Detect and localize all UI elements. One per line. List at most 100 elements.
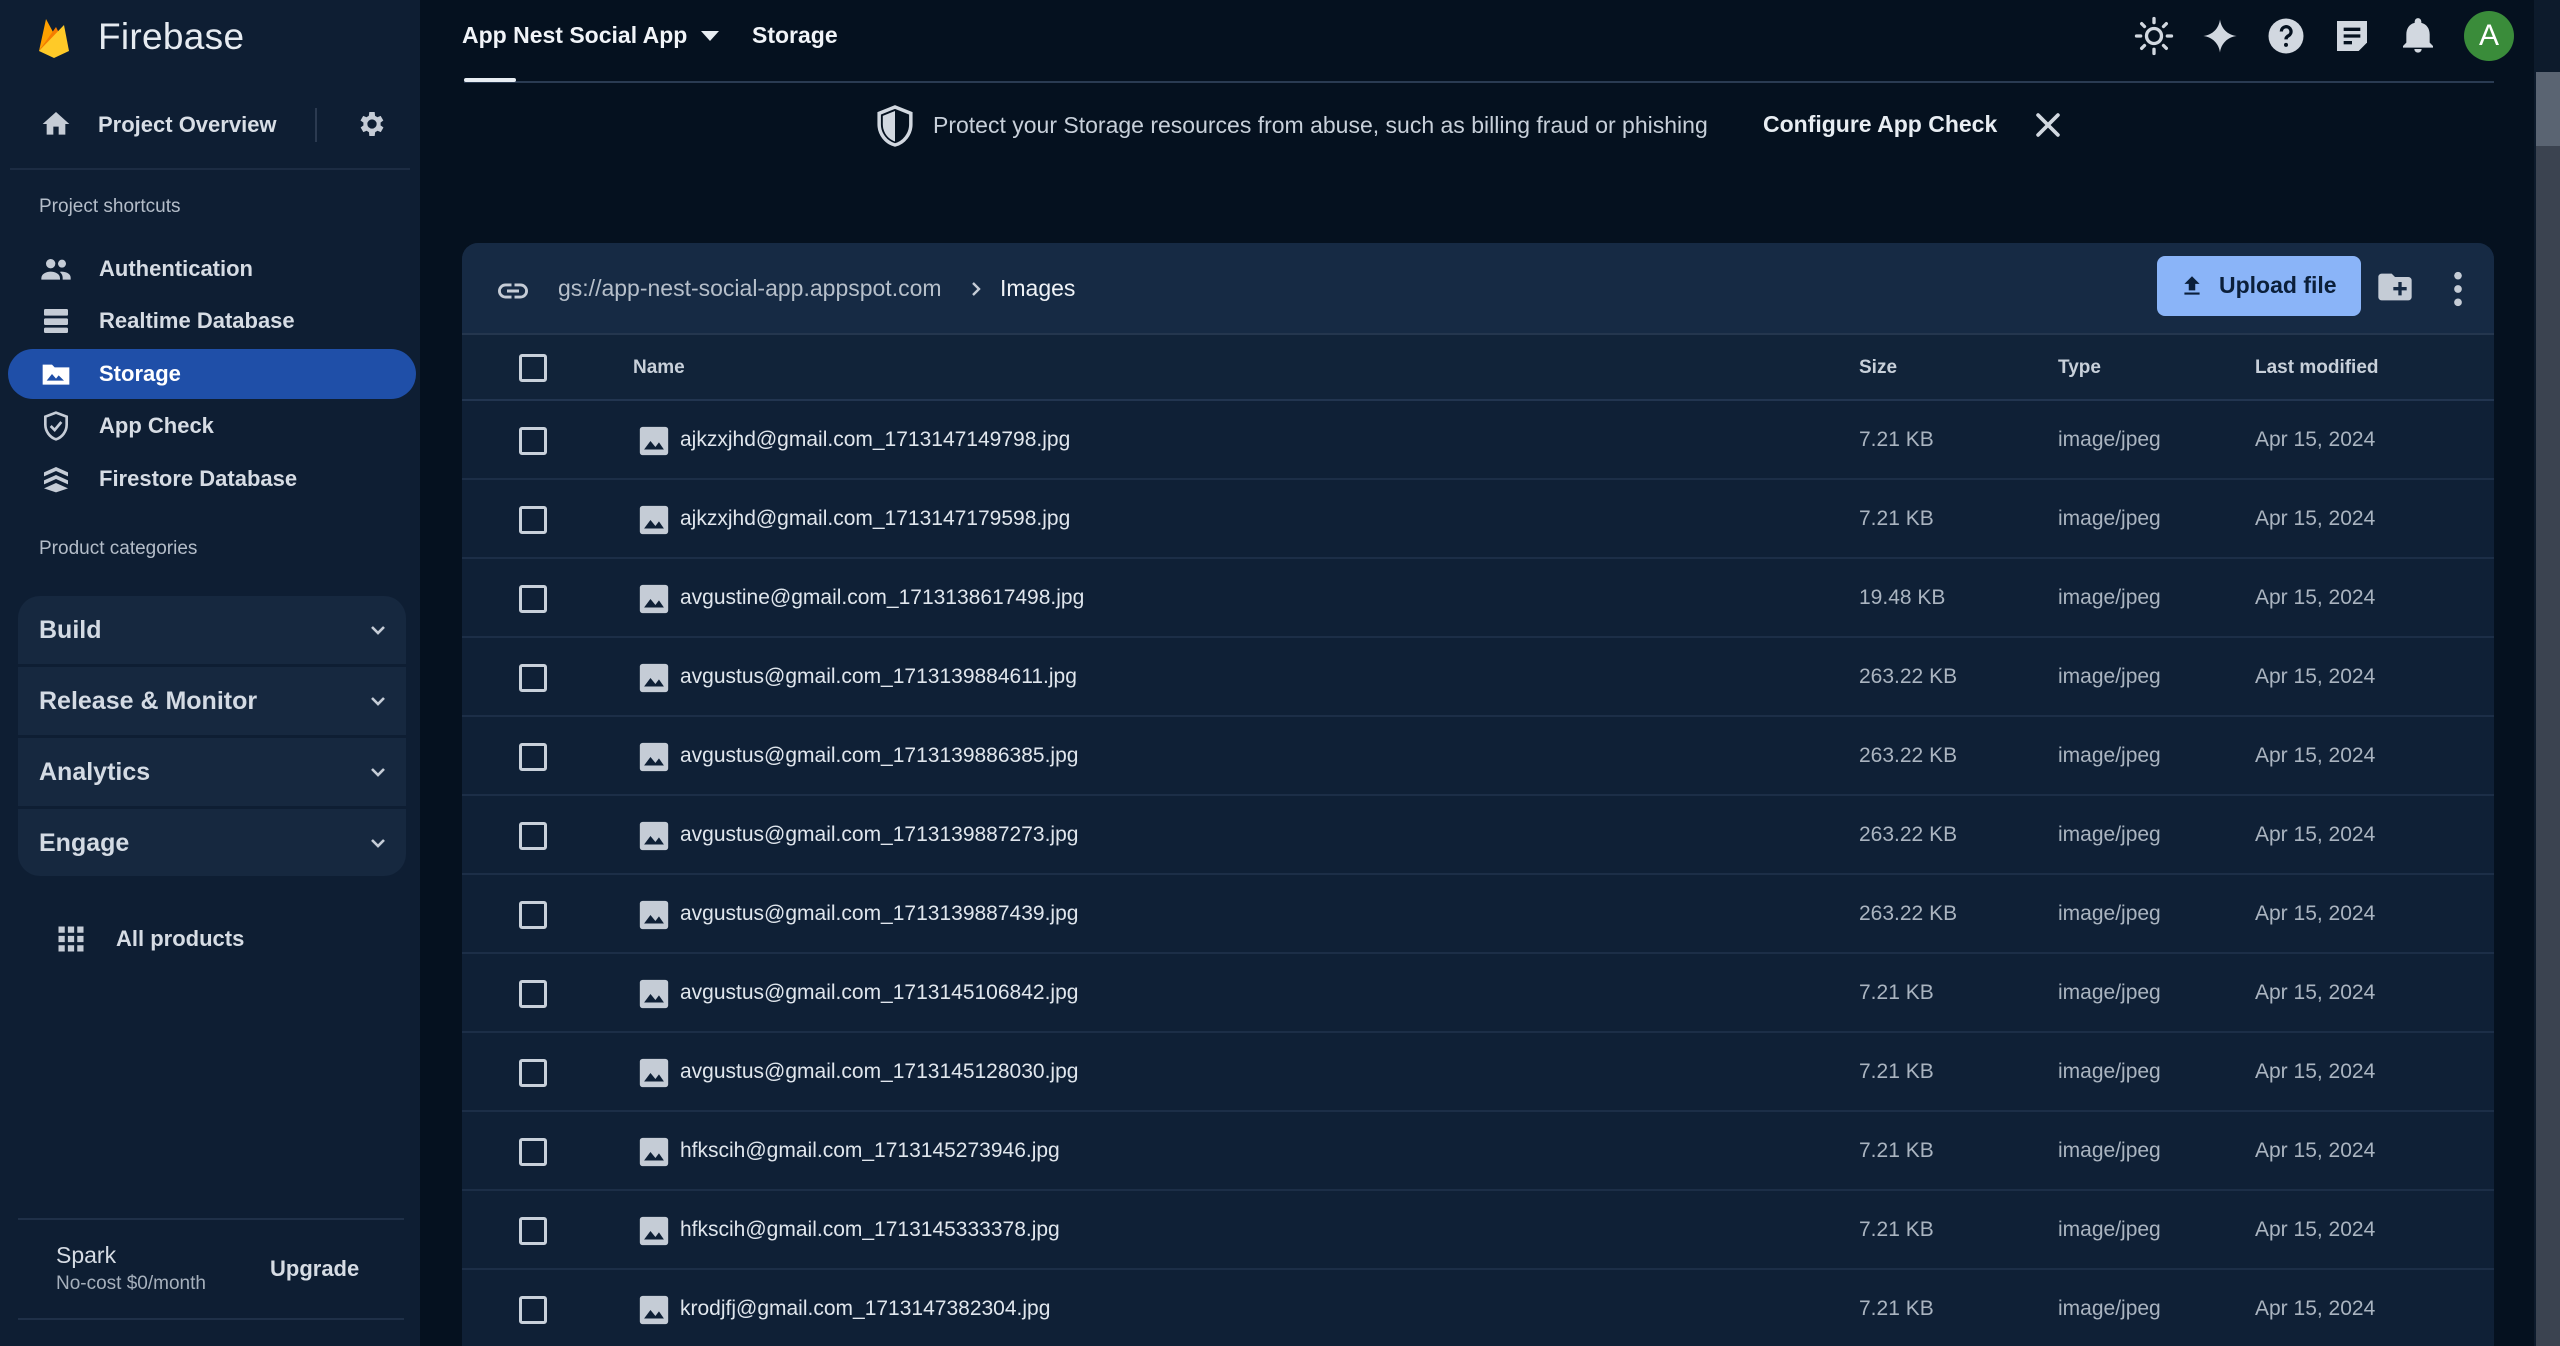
image-file-icon — [639, 1137, 669, 1167]
gear-icon[interactable] — [356, 108, 388, 140]
row-checkbox[interactable] — [519, 585, 547, 613]
gemini-sparkle-icon[interactable] — [2200, 16, 2240, 56]
table-row[interactable]: hfkscih@gmail.com_1713145273946.jpg 7.21 … — [462, 1112, 2494, 1191]
scrollbar-track-lower[interactable] — [2536, 146, 2560, 1346]
table-row[interactable]: avgustus@gmail.com_1713145106842.jpg 7.21… — [462, 954, 2494, 1033]
row-checkbox[interactable] — [519, 664, 547, 692]
divider — [18, 1318, 404, 1320]
avatar[interactable]: A — [2464, 11, 2514, 61]
column-header-size[interactable]: Size — [1859, 357, 1897, 379]
file-name[interactable]: avgustus@gmail.com_1713139887273.jpg — [680, 823, 1078, 847]
configure-app-check-button[interactable]: Configure App Check — [1763, 111, 1997, 138]
firebase-brand[interactable]: Firebase — [36, 10, 244, 64]
table-row[interactable]: avgustus@gmail.com_1713139886385.jpg 263.… — [462, 717, 2494, 796]
column-header-name[interactable]: Name — [633, 357, 685, 379]
chevron-down-icon — [371, 839, 385, 848]
row-checkbox[interactable] — [519, 427, 547, 455]
file-name[interactable]: avgustine@gmail.com_1713138617498.jpg — [680, 586, 1084, 610]
file-last-modified: Apr 15, 2024 — [2255, 1218, 2376, 1241]
file-name[interactable]: ajkzxjhd@gmail.com_1713147179598.jpg — [680, 507, 1070, 531]
category-label: Build — [39, 615, 102, 644]
sidebar-item-storage[interactable]: Storage — [8, 349, 416, 399]
file-name[interactable]: hfkscih@gmail.com_1713145273946.jpg — [680, 1139, 1060, 1163]
more-vert-icon[interactable] — [2452, 269, 2464, 309]
release-notes-icon[interactable] — [2332, 16, 2372, 56]
category-release-monitor[interactable]: Release & Monitor — [18, 667, 406, 735]
breadcrumb-bucket[interactable]: gs://app-nest-social-app.appspot.com — [558, 275, 942, 302]
table-row[interactable]: ajkzxjhd@gmail.com_1713147179598.jpg 7.21… — [462, 480, 2494, 559]
theme-sun-icon[interactable] — [2134, 16, 2174, 56]
project-selector[interactable]: App Nest Social App — [462, 22, 720, 49]
table-row[interactable]: avgustine@gmail.com_1713138617498.jpg 19.… — [462, 559, 2494, 638]
file-last-modified: Apr 15, 2024 — [2255, 507, 2376, 530]
upgrade-button[interactable]: Upgrade — [270, 1256, 359, 1282]
file-last-modified: Apr 15, 2024 — [2255, 1060, 2376, 1083]
project-overview[interactable]: Project Overview — [0, 94, 400, 156]
table-row[interactable]: avgustus@gmail.com_1713139887273.jpg 263.… — [462, 796, 2494, 875]
row-checkbox[interactable] — [519, 901, 547, 929]
file-name[interactable]: krodjfj@gmail.com_1713147382304.jpg — [680, 1297, 1050, 1321]
table-row[interactable]: krodjfj@gmail.com_1713147382304.jpg 7.21 … — [462, 1270, 2494, 1346]
file-name[interactable]: avgustus@gmail.com_1713139884611.jpg — [680, 665, 1077, 689]
chevron-down-icon — [371, 626, 385, 635]
file-last-modified: Apr 15, 2024 — [2255, 586, 2376, 609]
image-file-icon — [639, 584, 669, 614]
file-type: image/jpeg — [2058, 1060, 2161, 1083]
table-row[interactable]: ajkzxjhd@gmail.com_1713147149798.jpg 7.21… — [462, 401, 2494, 480]
file-name[interactable]: avgustus@gmail.com_1713139886385.jpg — [680, 744, 1078, 768]
chevron-down-icon — [371, 768, 385, 777]
table-row[interactable]: avgustus@gmail.com_1713145128030.jpg 7.21… — [462, 1033, 2494, 1112]
file-size: 263.22 KB — [1859, 665, 1958, 688]
app-root: Firebase Project Overview Project shortc… — [0, 0, 2560, 1346]
file-name[interactable]: avgustus@gmail.com_1713145128030.jpg — [680, 1060, 1078, 1084]
table-row[interactable]: hfkscih@gmail.com_1713145333378.jpg 7.21 … — [462, 1191, 2494, 1270]
file-name[interactable]: hfkscih@gmail.com_1713145333378.jpg — [680, 1218, 1060, 1242]
category-engage[interactable]: Engage — [18, 809, 406, 876]
brand-name: Firebase — [98, 16, 245, 57]
row-checkbox[interactable] — [519, 1059, 547, 1087]
sidebar-item-label: Realtime Database — [99, 308, 295, 333]
table-row[interactable]: avgustus@gmail.com_1713139884611.jpg 263.… — [462, 638, 2494, 717]
file-size: 263.22 KB — [1859, 902, 1958, 925]
file-name[interactable]: avgustus@gmail.com_1713139887439.jpg — [680, 902, 1078, 926]
row-checkbox[interactable] — [519, 822, 547, 850]
image-file-icon — [639, 505, 669, 535]
project-name: App Nest Social App — [462, 22, 688, 48]
close-icon[interactable] — [2031, 108, 2065, 142]
image-file-icon — [639, 663, 669, 693]
scrollbar-thumb[interactable] — [2536, 72, 2560, 146]
row-checkbox[interactable] — [519, 743, 547, 771]
page-title: Storage — [752, 22, 838, 48]
table-row[interactable]: avgustus@gmail.com_1713139887439.jpg 263.… — [462, 875, 2494, 954]
caret-down-icon — [701, 30, 720, 41]
sidebar-item-app-check[interactable]: App Check — [8, 401, 416, 451]
row-checkbox[interactable] — [519, 980, 547, 1008]
sidebar-item-firestore-database[interactable]: Firestore Database — [8, 454, 416, 504]
sidebar-item-authentication[interactable]: Authentication — [8, 244, 416, 294]
help-icon[interactable] — [2266, 16, 2306, 56]
category-build[interactable]: Build — [18, 596, 406, 664]
link-icon[interactable] — [495, 273, 531, 309]
file-name[interactable]: avgustus@gmail.com_1713145106842.jpg — [680, 981, 1078, 1005]
row-checkbox[interactable] — [519, 506, 547, 534]
sidebar-item-realtime-database[interactable]: Realtime Database — [8, 296, 416, 346]
all-products[interactable]: All products — [56, 914, 244, 964]
sidebar-item-label: App Check — [99, 413, 214, 438]
column-header-last-modified[interactable]: Last modified — [2255, 357, 2379, 379]
column-header-type[interactable]: Type — [2058, 357, 2101, 379]
create-folder-icon[interactable] — [2375, 267, 2415, 307]
row-checkbox[interactable] — [519, 1296, 547, 1324]
select-all-checkbox[interactable] — [519, 354, 547, 382]
sidebar: Firebase Project Overview Project shortc… — [0, 0, 420, 1346]
upload-file-button[interactable]: Upload file — [2157, 256, 2361, 316]
file-name[interactable]: ajkzxjhd@gmail.com_1713147149798.jpg — [680, 428, 1070, 452]
row-checkbox[interactable] — [519, 1138, 547, 1166]
file-type: image/jpeg — [2058, 823, 2161, 846]
categories-title: Product categories — [39, 538, 198, 559]
file-size: 7.21 KB — [1859, 507, 1934, 530]
notifications-bell-icon[interactable] — [2398, 16, 2438, 56]
app-check-banner: Protect your Storage resources from abus… — [420, 84, 2540, 244]
category-analytics[interactable]: Analytics — [18, 738, 406, 806]
divider — [10, 168, 410, 170]
row-checkbox[interactable] — [519, 1217, 547, 1245]
